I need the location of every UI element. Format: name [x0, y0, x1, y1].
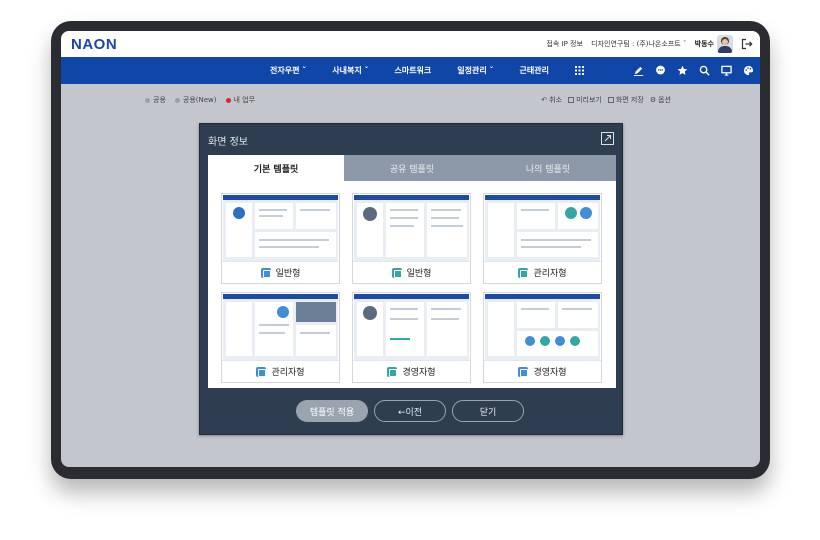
- undo-icon: ↶: [541, 96, 548, 104]
- monitor-icon[interactable]: [721, 65, 732, 76]
- screen: NAON 접속 IP 정보 디자인연구팀 : (주)나온소프트 ˇ 박동수 전자…: [61, 31, 760, 467]
- template-card[interactable]: 일반형: [221, 193, 340, 284]
- cancel-action[interactable]: ↶ 취소: [541, 95, 562, 105]
- preview-icon: [568, 97, 575, 103]
- nav-item-attendance[interactable]: 근태관리: [520, 65, 549, 76]
- nav-menu: 전자우편 ˇ 사내복지 ˇ 스마트워크 일정관리 ˇ 근태관리: [270, 57, 584, 84]
- modal-buttons: 템플릿 적용 ←이전 닫기: [296, 400, 530, 422]
- card-label: 일반형: [353, 261, 470, 283]
- search-icon[interactable]: [699, 65, 710, 76]
- tab-my-template[interactable]: 나의 템플릿: [480, 155, 616, 181]
- tab-shared-template[interactable]: 공유 템플릿: [344, 155, 480, 181]
- layout-icon: [256, 366, 267, 377]
- app-grid-icon[interactable]: [574, 66, 584, 75]
- avatar[interactable]: [717, 35, 733, 53]
- palette-icon[interactable]: [743, 65, 754, 76]
- template-card[interactable]: 관리자형: [483, 193, 602, 284]
- action-toolbar: ↶ 취소 미리보기 화면 저장 ⚙ 옵션: [535, 95, 671, 105]
- device-frame: NAON 접속 IP 정보 디자인연구팀 : (주)나온소프트 ˇ 박동수 전자…: [51, 21, 770, 479]
- save-screen-action[interactable]: 화면 저장: [607, 95, 644, 105]
- ip-info-link[interactable]: 접속 IP 정보: [546, 40, 583, 48]
- main-nav: 전자우편 ˇ 사내복지 ˇ 스마트워크 일정관리 ˇ 근태관리: [61, 57, 760, 84]
- screen-info-modal: 화면 정보 기본 템플릿 공유 템플릿 나의 템플릿 일반형 일반형 관리자형 …: [199, 123, 623, 435]
- card-label: 일반형: [222, 261, 339, 283]
- chat-icon[interactable]: [655, 65, 666, 76]
- top-bar: NAON 접속 IP 정보 디자인연구팀 : (주)나온소프트 ˇ 박동수: [61, 31, 760, 57]
- template-thumbnail: [354, 195, 469, 262]
- nav-item-welfare[interactable]: 사내복지 ˇ: [332, 65, 368, 76]
- template-card[interactable]: 일반형: [352, 193, 471, 284]
- filter-public-new[interactable]: 공용(New): [174, 95, 217, 105]
- nav-icons: [622, 57, 754, 84]
- template-thumbnail: [485, 294, 600, 361]
- prev-button[interactable]: ←이전: [374, 400, 446, 422]
- layout-icon: [518, 366, 529, 377]
- layout-icon: [387, 366, 398, 377]
- template-thumbnail: [485, 195, 600, 262]
- star-icon[interactable]: [677, 65, 688, 76]
- layout-icon: [260, 267, 271, 278]
- layout-icon: [518, 267, 529, 278]
- template-card[interactable]: 관리자형: [221, 292, 340, 383]
- user-info: 접속 IP 정보 디자인연구팀 : (주)나온소프트 ˇ 박동수: [540, 39, 714, 49]
- tab-basic-template[interactable]: 기본 템플릿: [208, 155, 344, 181]
- department-label: 디자인연구팀 : (주)나온소프트 ˇ: [591, 40, 687, 48]
- layout-icon: [391, 267, 402, 278]
- card-label: 경영자형: [484, 360, 601, 382]
- template-card[interactable]: 경영자형: [352, 292, 471, 383]
- template-tabs: 기본 템플릿 공유 템플릿 나의 템플릿: [208, 155, 616, 181]
- options-action[interactable]: ⚙ 옵션: [650, 95, 671, 105]
- logout-icon[interactable]: [741, 38, 753, 50]
- nav-item-mail[interactable]: 전자우편 ˇ: [270, 65, 306, 76]
- user-name[interactable]: 박동수: [695, 40, 714, 48]
- nav-item-schedule[interactable]: 일정관리 ˇ: [457, 65, 493, 76]
- apply-template-button[interactable]: 템플릿 적용: [296, 400, 368, 422]
- template-thumbnail: [223, 195, 338, 262]
- status-dot-public: [145, 97, 150, 103]
- save-icon: [607, 97, 614, 103]
- status-dot-public-new: [174, 97, 180, 103]
- template-thumbnail: [223, 294, 338, 361]
- template-card[interactable]: 경영자형: [483, 292, 602, 383]
- filter-public[interactable]: 공용: [145, 95, 166, 105]
- template-grid: 일반형 일반형 관리자형 관리자형 경영자형 경영자형: [208, 181, 616, 388]
- pencil-icon[interactable]: [633, 65, 644, 76]
- preview-action[interactable]: 미리보기: [568, 95, 602, 105]
- template-thumbnail: [354, 294, 469, 361]
- close-button[interactable]: 닫기: [452, 400, 524, 422]
- card-label: 경영자형: [353, 360, 470, 382]
- card-label: 관리자형: [484, 261, 601, 283]
- logo[interactable]: NAON: [71, 36, 117, 53]
- filter-legend: 공용 공용(New) 내 업무: [145, 95, 264, 105]
- nav-item-smartwork[interactable]: 스마트워크: [394, 65, 431, 76]
- modal-title: 화면 정보: [208, 137, 248, 148]
- expand-icon[interactable]: [601, 132, 614, 145]
- card-label: 관리자형: [222, 360, 339, 382]
- filter-my-work[interactable]: 내 업무: [225, 95, 255, 105]
- gear-icon: ⚙: [649, 96, 657, 104]
- status-dot-my-work: [225, 97, 231, 103]
